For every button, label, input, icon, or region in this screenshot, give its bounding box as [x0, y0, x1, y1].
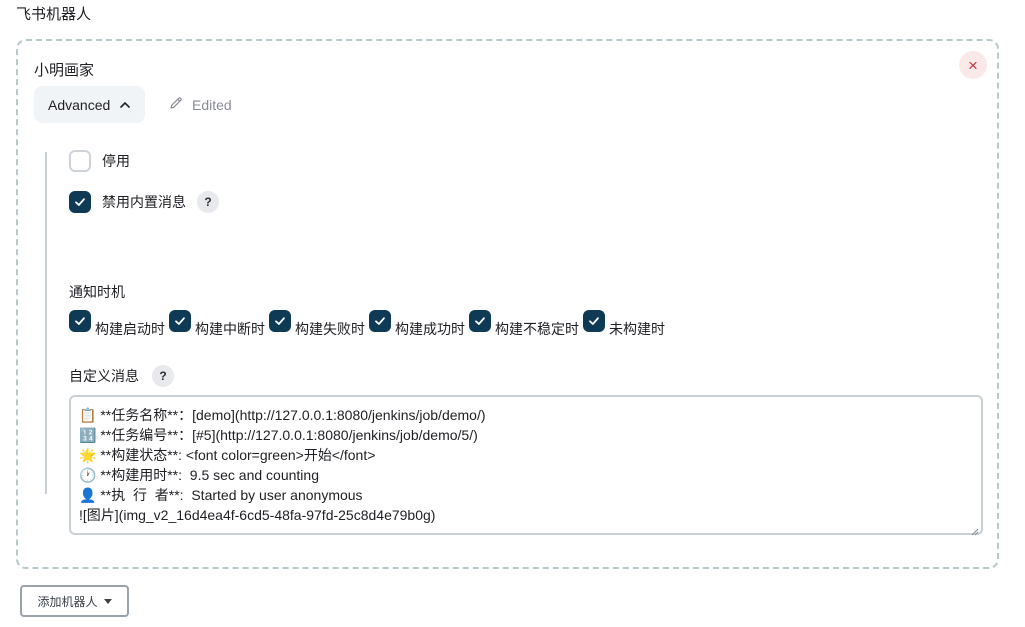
close-icon: ×: [968, 55, 978, 75]
timing-option-abort[interactable]: 构建中断时: [169, 310, 265, 339]
message-line: 📋 **任务名称**：[demo](http://127.0.0.1:8080/…: [79, 407, 486, 423]
pencil-icon: [168, 95, 184, 114]
timing-start-label: 构建启动时: [95, 321, 165, 337]
timing-unstable-label: 构建不稳定时: [495, 321, 579, 337]
timing-not-built-checkbox[interactable]: [583, 310, 605, 332]
check-icon: [75, 317, 85, 325]
disable-builtin-label: 禁用内置消息: [102, 194, 186, 210]
resize-handle-icon[interactable]: [969, 521, 979, 536]
disable-builtin-option[interactable]: 禁用内置消息 ?: [69, 191, 219, 213]
notify-timing-options: 构建启动时 构建中断时 构建失败时 构建成功时 构建不稳定时 未构建时: [69, 310, 669, 339]
timing-option-not-built[interactable]: 未构建时: [583, 310, 665, 339]
timing-not-built-label: 未构建时: [609, 321, 665, 337]
remove-robot-button[interactable]: ×: [959, 51, 987, 79]
section-title: 飞书机器人: [16, 6, 92, 23]
timing-option-start[interactable]: 构建启动时: [69, 310, 165, 339]
chevron-up-icon: [119, 99, 131, 111]
message-line: 🕐 **构建用时**: 9.5 sec and counting: [79, 467, 319, 483]
disable-option[interactable]: 停用: [69, 150, 130, 172]
message-line: 🔢 **任务编号**：[#5](http://127.0.0.1:8080/je…: [79, 427, 478, 443]
timing-unstable-checkbox[interactable]: [469, 310, 491, 332]
check-icon: [475, 317, 485, 325]
custom-message-label: 自定义消息: [69, 368, 139, 384]
check-icon: [175, 317, 185, 325]
edited-label: Edited: [192, 96, 232, 113]
timing-start-checkbox[interactable]: [69, 310, 91, 332]
disable-builtin-help-button[interactable]: ?: [197, 191, 219, 213]
advanced-toggle-button[interactable]: Advanced: [34, 86, 146, 123]
timing-abort-checkbox[interactable]: [169, 310, 191, 332]
message-line: ![图片](img_v2_16d4ea4f-6cd5-48fa-97fd-25c…: [79, 507, 436, 523]
check-icon: [375, 317, 385, 325]
message-line: 👤 **执 行 者**: Started by user anonymous: [79, 487, 363, 503]
message-line: 🌟 **构建状态**: <font color=green>开始</font>: [79, 447, 376, 463]
timing-failure-label: 构建失败时: [295, 321, 365, 337]
check-icon: [589, 317, 599, 325]
add-robot-label: 添加机器人: [37, 594, 98, 609]
custom-message-textarea[interactable]: 📋 **任务名称**：[demo](http://127.0.0.1:8080/…: [69, 395, 983, 536]
caret-down-icon: [103, 598, 112, 604]
timing-failure-checkbox[interactable]: [269, 310, 291, 332]
advanced-panel: 停用 禁用内置消息 ? 通知时机 构建启动时 构建中断时 构建失败时 构建成功时…: [45, 150, 985, 536]
timing-abort-label: 构建中断时: [195, 321, 265, 337]
timing-success-checkbox[interactable]: [369, 310, 391, 332]
disable-label: 停用: [102, 153, 130, 169]
custom-message-header: 自定义消息 ?: [69, 365, 174, 387]
timing-option-failure[interactable]: 构建失败时: [269, 310, 365, 339]
robot-name: 小明画家: [34, 62, 95, 79]
timing-option-success[interactable]: 构建成功时: [369, 310, 465, 339]
custom-message-help-button[interactable]: ?: [152, 365, 174, 387]
notify-timing-label: 通知时机: [69, 284, 125, 300]
check-icon: [275, 317, 285, 325]
disable-checkbox[interactable]: [69, 150, 91, 172]
add-robot-button[interactable]: 添加机器人: [20, 585, 129, 617]
disable-builtin-checkbox[interactable]: [69, 191, 91, 213]
timing-option-unstable[interactable]: 构建不稳定时: [469, 310, 579, 339]
check-icon: [75, 198, 85, 206]
timing-success-label: 构建成功时: [395, 321, 465, 337]
advanced-label: Advanced: [48, 96, 111, 113]
robot-card: 小明画家 × Advanced Edited 停用 禁用内置消息 ? 通知时机: [16, 39, 999, 569]
edited-indicator: Edited: [168, 86, 232, 123]
